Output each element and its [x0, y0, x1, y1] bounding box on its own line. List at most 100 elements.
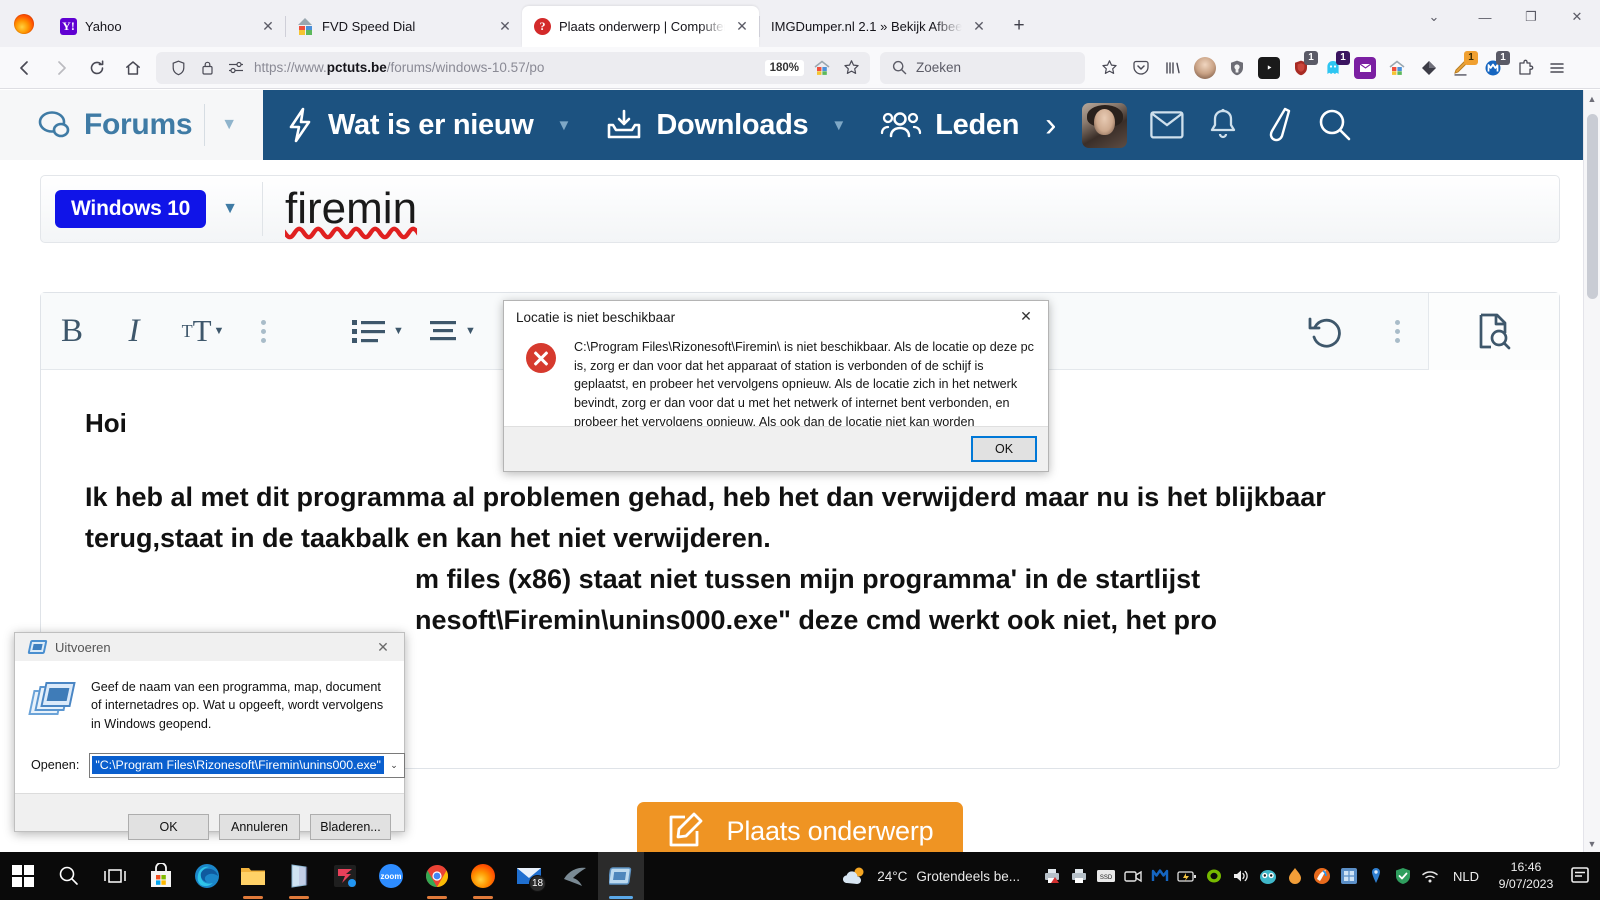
url-text[interactable]: https://www.pctuts.be/forums/windows-10.… [254, 60, 758, 75]
run-dialog-close-icon[interactable]: ✕ [362, 633, 404, 661]
wifi-icon[interactable] [1418, 852, 1443, 900]
editor-more-button[interactable] [241, 293, 285, 370]
battery-icon[interactable] [1175, 852, 1200, 900]
tab-close-icon[interactable]: ✕ [733, 18, 751, 36]
edge-icon[interactable] [184, 852, 230, 900]
zoom-level-badge[interactable]: 180% [765, 60, 804, 76]
run-browse-button[interactable]: Bladeren... [310, 814, 391, 840]
bookmark-star-icon[interactable] [840, 57, 862, 79]
drop-icon[interactable] [1283, 852, 1308, 900]
inbox-envelope-icon[interactable] [1139, 111, 1195, 139]
ghostery-icon[interactable]: 1 [1317, 52, 1349, 84]
nav-more-button[interactable]: › [1045, 106, 1056, 145]
chevron-down-icon[interactable]: ▼ [222, 200, 238, 218]
style-brush-icon[interactable] [1251, 107, 1307, 143]
fvd-speed-dial-icon[interactable] [811, 57, 833, 79]
save-to-pocket-star-icon[interactable] [1093, 52, 1125, 84]
italic-button[interactable]: I [103, 293, 165, 370]
taskbar-weather-widget[interactable]: 24°C Grotendeels be... [842, 865, 1020, 887]
back-icon[interactable] [8, 52, 42, 84]
forum-home-link[interactable]: Forums ▼ [0, 90, 263, 160]
fvd-extension-icon[interactable] [1381, 52, 1413, 84]
close-window-icon[interactable]: ✕ [1554, 0, 1600, 34]
minimize-icon[interactable]: — [1462, 0, 1508, 34]
tracking-protection-icon[interactable] [225, 57, 247, 79]
camera-icon[interactable] [1121, 852, 1146, 900]
pocket-icon[interactable] [1125, 52, 1157, 84]
forum-search-icon[interactable] [1307, 107, 1363, 143]
undo-button[interactable] [1286, 293, 1366, 370]
firefox-icon[interactable] [460, 852, 506, 900]
chevron-down-icon[interactable]: ▼ [831, 117, 846, 134]
search-bar[interactable]: Zoeken [880, 52, 1085, 84]
chevron-down-icon[interactable]: ▼ [557, 117, 572, 134]
malwarebytes-extension-icon[interactable]: 1 [1477, 52, 1509, 84]
chevron-down-icon[interactable]: ▼ [214, 325, 225, 337]
new-tab-button[interactable]: + [1002, 9, 1036, 43]
sketch-extension-icon[interactable] [1413, 52, 1445, 84]
toolbar-overflow-button[interactable] [1366, 293, 1428, 370]
fastone-icon[interactable] [322, 852, 368, 900]
highlighter-extension-icon[interactable]: 1 [1445, 52, 1477, 84]
search-icon[interactable] [46, 852, 92, 900]
home-icon[interactable] [116, 52, 150, 84]
run-ok-button[interactable]: OK [128, 814, 209, 840]
nav-item-downloads[interactable]: Downloads ▼ [605, 108, 846, 142]
browser-tab-imgdumper[interactable]: IMGDumper.nl 2.1 » Bekijk Afbeeldi ✕ [759, 6, 996, 47]
blue-app-icon[interactable] [1337, 852, 1362, 900]
maximize-icon[interactable]: ❐ [1508, 0, 1554, 34]
lock-icon[interactable] [196, 57, 218, 79]
ublock-origin-icon[interactable]: 1 [1285, 52, 1317, 84]
browser-tab-yahoo[interactable]: Y! Yahoo ✕ [48, 6, 285, 47]
notifications-bell-icon[interactable] [1195, 108, 1251, 142]
shield-icon[interactable] [167, 57, 189, 79]
tab-close-icon[interactable]: ✕ [970, 18, 988, 36]
account-avatar-icon[interactable] [1189, 52, 1221, 84]
chevron-down-icon[interactable]: ▼ [221, 116, 237, 134]
malwarebytes-icon[interactable] [1148, 852, 1173, 900]
owl-icon[interactable] [1256, 852, 1281, 900]
mail-icon[interactable]: 18 [506, 852, 552, 900]
browser-tab-plaats-onderwerp[interactable]: ? Plaats onderwerp | Computerfo ✕ [522, 6, 759, 47]
bold-button[interactable]: B [41, 293, 103, 370]
bullet-list-button[interactable]: ▼ [341, 293, 415, 370]
run-open-value[interactable]: "C:\Program Files\Rizonesoft\Firemin\uni… [92, 756, 384, 774]
zoom-icon[interactable]: zoom [368, 852, 414, 900]
chevron-down-icon[interactable]: ▼ [465, 325, 476, 337]
chevron-down-icon[interactable]: ▼ [393, 325, 404, 337]
microsoft-store-icon[interactable] [138, 852, 184, 900]
speed-icon[interactable] [1310, 852, 1335, 900]
printer-icon[interactable] [1067, 852, 1092, 900]
shield-icon[interactable] [1391, 852, 1416, 900]
align-button[interactable]: ▼ [415, 293, 489, 370]
list-all-tabs-icon[interactable]: ⌄ [1406, 0, 1462, 34]
nav-item-leden[interactable]: Leden [880, 109, 1019, 142]
app-menu-icon[interactable] [1541, 52, 1573, 84]
address-bar[interactable]: https://www.pctuts.be/forums/windows-10.… [156, 52, 870, 84]
mail-extension-icon[interactable] [1349, 52, 1381, 84]
chrome-icon[interactable] [414, 852, 460, 900]
error-ok-button[interactable]: OK [972, 437, 1036, 461]
error-dialog-close-icon[interactable]: ✕ [1004, 301, 1048, 331]
notification-icon[interactable] [1560, 852, 1600, 900]
start-icon[interactable] [0, 852, 46, 900]
volume-icon[interactable] [1229, 852, 1254, 900]
forward-icon[interactable] [44, 52, 78, 84]
file-explorer-icon[interactable] [230, 852, 276, 900]
font-size-button[interactable]: TT ▼ [165, 293, 241, 370]
ssd-icon[interactable]: SSD [1094, 852, 1119, 900]
scrollbar-thumb[interactable] [1587, 114, 1598, 299]
page-scrollbar[interactable]: ▲ ▼ [1583, 90, 1600, 852]
task-view-icon[interactable] [92, 852, 138, 900]
nav-item-wat-is-er-nieuw[interactable]: Wat is er nieuw ▼ [285, 107, 571, 143]
tab-close-icon[interactable]: ✕ [259, 18, 277, 36]
user-avatar[interactable] [1082, 103, 1127, 148]
run-dialog-taskbar-icon[interactable] [598, 852, 644, 900]
thread-title-input[interactable]: firemin [285, 184, 417, 234]
privacy-badger-icon[interactable] [1221, 52, 1253, 84]
pin-icon[interactable] [1364, 852, 1389, 900]
teamviewer-icon[interactable] [552, 852, 598, 900]
extensions-puzzle-icon[interactable] [1509, 52, 1541, 84]
reload-icon[interactable] [80, 52, 114, 84]
scroll-down-icon[interactable]: ▼ [1584, 835, 1600, 852]
